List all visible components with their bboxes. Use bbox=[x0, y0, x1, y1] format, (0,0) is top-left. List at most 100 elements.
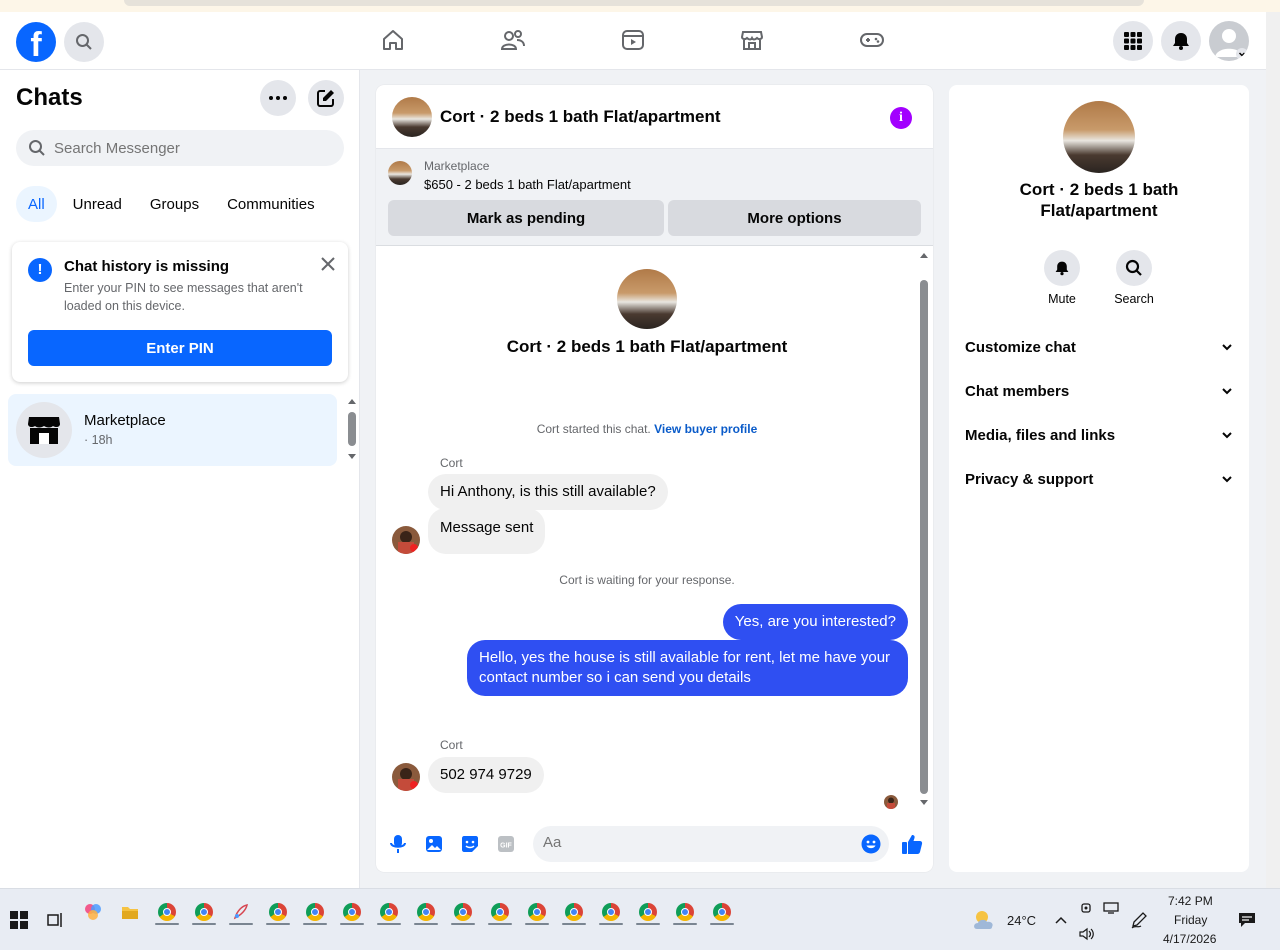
like-button[interactable] bbox=[900, 832, 924, 856]
running-indicator bbox=[488, 923, 512, 925]
listing-avatar[interactable] bbox=[392, 97, 432, 137]
conversation-avatar bbox=[617, 269, 677, 329]
section-media-files-links[interactable]: Media, files and links bbox=[965, 413, 1233, 457]
tray-pen[interactable] bbox=[1124, 905, 1154, 935]
taskbar-app[interactable] bbox=[226, 897, 256, 927]
scroll-down-icon bbox=[920, 800, 928, 805]
sender-avatar[interactable] bbox=[392, 526, 420, 554]
mark-pending-button[interactable]: Mark as pending bbox=[388, 200, 664, 236]
gaming-icon bbox=[860, 33, 884, 47]
weather-widget[interactable] bbox=[970, 905, 1000, 935]
message-input[interactable] bbox=[543, 834, 843, 851]
chat-started-text: Cort started this chat. bbox=[536, 422, 651, 436]
outgoing-message[interactable]: Yes, are you interested? bbox=[722, 604, 908, 640]
user-photo bbox=[392, 763, 420, 791]
section-chat-members[interactable]: Chat members bbox=[965, 369, 1233, 413]
incoming-message[interactable]: 502 974 9729 bbox=[428, 757, 544, 793]
nav-friends[interactable] bbox=[500, 27, 526, 53]
taskbar-chrome[interactable] bbox=[337, 897, 367, 927]
taskbar-chrome[interactable] bbox=[263, 897, 293, 927]
messenger-search[interactable] bbox=[16, 130, 344, 166]
friends-icon bbox=[500, 30, 525, 50]
search-in-chat-button[interactable] bbox=[1116, 250, 1152, 286]
emoji-icon[interactable] bbox=[861, 834, 881, 854]
sticker-button[interactable] bbox=[460, 834, 480, 854]
conversation-title[interactable]: Cort · 2 beds 1 bath Flat/apartment bbox=[440, 107, 721, 127]
taskbar-chrome[interactable] bbox=[152, 897, 182, 927]
nav-gaming[interactable] bbox=[859, 27, 885, 53]
clock-day[interactable]: Friday bbox=[1174, 913, 1207, 927]
taskbar-chrome[interactable] bbox=[374, 897, 404, 927]
notification-center[interactable] bbox=[1232, 905, 1262, 935]
chrome-icon bbox=[528, 903, 546, 921]
incoming-message[interactable]: Message sent bbox=[428, 508, 546, 554]
listing-price[interactable]: $650 - 2 beds 1 bath Flat/apartment bbox=[424, 177, 631, 192]
gif-button[interactable]: GIF bbox=[496, 834, 516, 854]
taskbar-chrome[interactable] bbox=[707, 897, 737, 927]
taskbar-chrome[interactable] bbox=[485, 897, 515, 927]
mute-button[interactable] bbox=[1044, 250, 1080, 286]
user-photo bbox=[392, 526, 420, 554]
conversation-scrollbar[interactable] bbox=[918, 246, 930, 814]
voice-clip-button[interactable] bbox=[388, 834, 408, 854]
chat-options-button[interactable] bbox=[260, 80, 296, 116]
taskbar-chrome[interactable] bbox=[300, 897, 330, 927]
nav-home[interactable] bbox=[380, 27, 406, 53]
notifications-button[interactable] bbox=[1161, 21, 1201, 61]
section-privacy-support[interactable]: Privacy & support bbox=[965, 457, 1233, 501]
more-options-button[interactable]: More options bbox=[668, 200, 921, 236]
taskbar-file-explorer[interactable] bbox=[115, 897, 145, 927]
listing-photo bbox=[392, 97, 432, 137]
taskbar-chrome[interactable] bbox=[633, 897, 663, 927]
search-action[interactable]: Search bbox=[1104, 250, 1164, 306]
running-indicator bbox=[155, 923, 179, 925]
view-buyer-profile-link[interactable]: View buyer profile bbox=[654, 422, 757, 436]
taskbar-chrome[interactable] bbox=[448, 897, 478, 927]
incoming-message[interactable]: Hi Anthony, is this still available? bbox=[428, 474, 668, 510]
taskbar-chrome[interactable] bbox=[559, 897, 589, 927]
start-button[interactable] bbox=[4, 905, 34, 935]
listing-photo bbox=[388, 161, 412, 185]
filter-all[interactable]: All bbox=[16, 186, 57, 222]
clock-date[interactable]: 4/17/2026 bbox=[1163, 932, 1216, 946]
search-button[interactable] bbox=[64, 22, 104, 62]
filter-unread[interactable]: Unread bbox=[61, 186, 134, 222]
task-view-icon bbox=[47, 913, 62, 927]
page-scrollbar[interactable] bbox=[1266, 12, 1280, 888]
enter-pin-button[interactable]: Enter PIN bbox=[28, 330, 332, 366]
task-view-button[interactable] bbox=[40, 905, 70, 935]
facebook-logo[interactable]: f bbox=[16, 22, 56, 62]
info-avatar bbox=[1063, 101, 1135, 173]
sidebar-scrollbar[interactable] bbox=[346, 396, 358, 462]
taskbar-chrome[interactable] bbox=[522, 897, 552, 927]
video-icon bbox=[622, 30, 644, 50]
outgoing-message[interactable]: Hello, yes the house is still available … bbox=[467, 640, 908, 696]
menu-button[interactable] bbox=[1113, 21, 1153, 61]
attach-photo-button[interactable] bbox=[424, 834, 444, 854]
nav-video[interactable] bbox=[620, 27, 646, 53]
chat-name: Marketplace bbox=[84, 412, 166, 429]
chat-list-item[interactable]: Marketplace · 18h bbox=[8, 394, 337, 466]
message-input-box[interactable] bbox=[533, 826, 889, 862]
taskbar-chrome[interactable] bbox=[670, 897, 700, 927]
filter-communities[interactable]: Communities bbox=[215, 186, 327, 222]
filter-groups[interactable]: Groups bbox=[138, 186, 211, 222]
info-icon[interactable]: i bbox=[890, 107, 912, 129]
chrome-icon bbox=[491, 903, 509, 921]
mute-action[interactable]: Mute bbox=[1032, 250, 1092, 306]
section-customize-chat[interactable]: Customize chat bbox=[965, 325, 1233, 369]
search-input[interactable] bbox=[54, 139, 334, 157]
close-notice-button[interactable] bbox=[318, 254, 338, 274]
taskbar-copilot[interactable] bbox=[78, 897, 108, 927]
new-message-button[interactable] bbox=[308, 80, 344, 116]
taskbar-chrome[interactable] bbox=[411, 897, 441, 927]
clock-time[interactable]: 7:42 PM bbox=[1168, 894, 1213, 908]
taskbar-chrome[interactable] bbox=[189, 897, 219, 927]
tray-volume[interactable] bbox=[1072, 919, 1102, 949]
taskbar-chrome[interactable] bbox=[596, 897, 626, 927]
scroll-thumb[interactable] bbox=[920, 280, 928, 794]
scroll-thumb[interactable] bbox=[348, 412, 356, 446]
nav-marketplace[interactable] bbox=[739, 27, 765, 53]
profile-avatar[interactable] bbox=[1209, 21, 1249, 61]
sender-avatar[interactable] bbox=[392, 763, 420, 791]
